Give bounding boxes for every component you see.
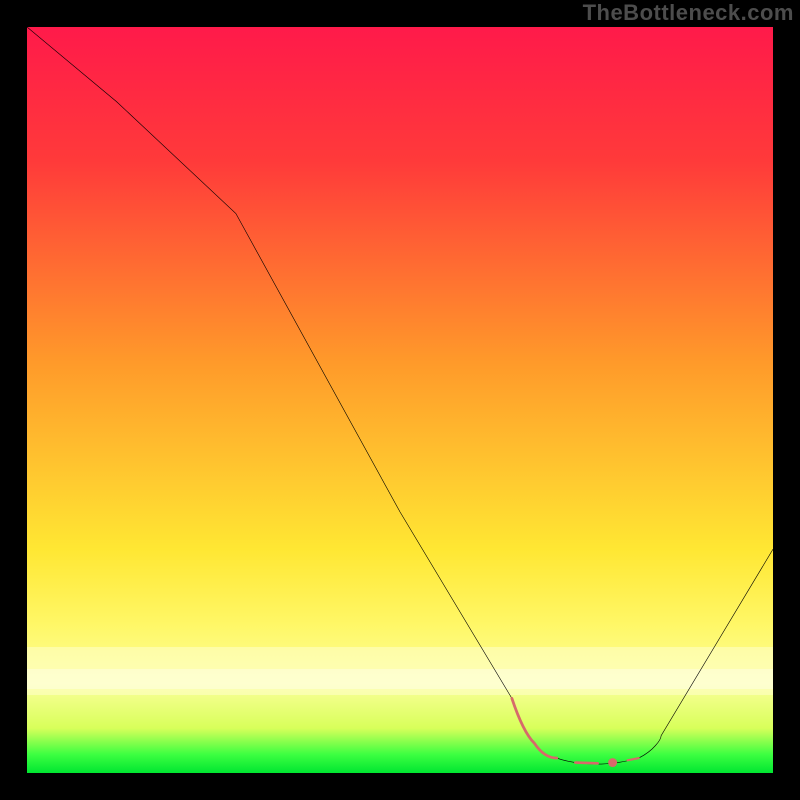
floor-dash-2 (628, 758, 639, 760)
chart-frame: TheBottleneck.com (0, 0, 800, 800)
plot-area (27, 27, 773, 773)
floor-dot-1 (608, 758, 617, 767)
watermark-text: TheBottleneck.com (583, 0, 794, 26)
curve-layer (27, 27, 773, 773)
floor-dash-1 (575, 763, 597, 764)
floor-segment (512, 698, 557, 758)
bottleneck-curve (27, 27, 773, 764)
